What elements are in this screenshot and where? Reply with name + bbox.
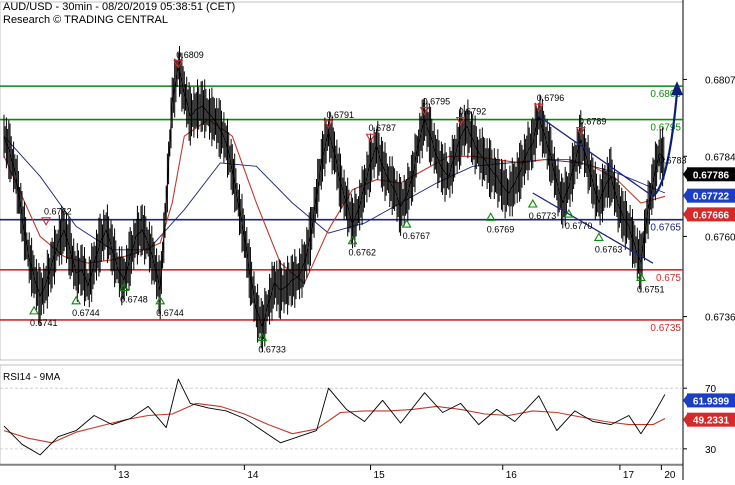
- pivot-low-label: 0.6748: [120, 295, 148, 305]
- rsi-y-tick-label: 30: [705, 445, 717, 456]
- level-label-support: 0.675: [656, 273, 681, 284]
- rsi-ma-line: [3, 402, 666, 444]
- pivot-high-label: 0.6809: [176, 50, 204, 60]
- x-tick-label: 17: [623, 470, 635, 480]
- rsi-badge-pointer: [683, 412, 688, 427]
- pivot-low-label: 0.6767: [403, 231, 431, 241]
- pivot-low-marker: [71, 295, 82, 305]
- pivot-low-label: 0.6763: [595, 244, 623, 254]
- y-tick-label: 0.6784: [705, 152, 735, 163]
- chart-svg: 0.6807 0.6784 0.6760 0.6736 13 14 15 16 17 20 0.68…: [0, 0, 735, 481]
- price-badge-pointer: [683, 207, 688, 222]
- price-badge-label: 0.67666: [693, 210, 730, 221]
- x-tick-label: 14: [247, 470, 259, 480]
- pivot-high-marker: [41, 217, 52, 226]
- pivot-high-label: 0.6795: [423, 97, 451, 107]
- pivot-high-label: 0.6787: [369, 123, 397, 133]
- pivot-high-label: 0.6796: [537, 93, 565, 103]
- y-tick-label: 0.6736: [705, 313, 735, 324]
- pivot-low-label: 0.6733: [258, 345, 286, 355]
- pivot-low-label: 0.6770: [565, 221, 593, 231]
- pivot-low-label: 0.6769: [487, 224, 515, 234]
- pivot-high-label: 0.6762: [44, 207, 72, 217]
- pivot-high-label: 0.6792: [459, 107, 487, 117]
- pivot-high-label: 0.6791: [326, 110, 354, 120]
- y-tick-label: 0.6760: [705, 232, 735, 243]
- x-tick-label: 13: [118, 470, 130, 480]
- pivot-low-marker: [593, 232, 604, 241]
- price-line: [3, 65, 666, 328]
- pivot-low-label: 0.6751: [637, 284, 665, 294]
- level-label-support: 0.6735: [650, 323, 681, 334]
- pivot-low-marker: [527, 198, 538, 208]
- forecast-arrow-head: [670, 81, 683, 96]
- x-tick-label: 20: [664, 470, 676, 480]
- level-label-pivot: 0.6765: [650, 223, 681, 234]
- forecast-label: 0.6783: [659, 156, 687, 166]
- pivot-low-label: 0.6744: [72, 308, 100, 318]
- rsi-badge-pointer: [683, 393, 688, 408]
- chart-subtitle: Research © TRADING CENTRAL: [3, 14, 168, 26]
- y-tick-label: 0.6807: [705, 75, 735, 86]
- pivot-low-label: 0.6762: [349, 248, 377, 258]
- rsi-badge-label: 61.9399: [693, 396, 730, 407]
- pivot-low-label: 0.6773: [529, 211, 557, 221]
- pivot-high-label: 0.6789: [579, 117, 607, 127]
- x-tick-label: 15: [374, 470, 386, 480]
- pivot-low-label: 0.6741: [30, 318, 58, 328]
- level-label-resistance: 0.6795: [650, 123, 681, 134]
- chart-title: AUD/USD - 30min - 08/20/2019 05:38:51 (C…: [3, 1, 236, 13]
- price-badge-pointer: [683, 188, 688, 203]
- price-badge-label: 0.67722: [693, 192, 730, 203]
- price-badge-pointer: [683, 167, 688, 182]
- pivot-low-label: 0.6744: [156, 308, 184, 318]
- chart-root: AUD/USD - 30min - 08/20/2019 05:38:51 (C…: [0, 0, 735, 481]
- x-tick-label: 16: [506, 470, 518, 480]
- rsi-badge-label: 49.2331: [693, 416, 730, 427]
- rsi-title: RSI14 - 9MA: [3, 372, 61, 383]
- price-badge-label: 0.67786: [693, 170, 730, 181]
